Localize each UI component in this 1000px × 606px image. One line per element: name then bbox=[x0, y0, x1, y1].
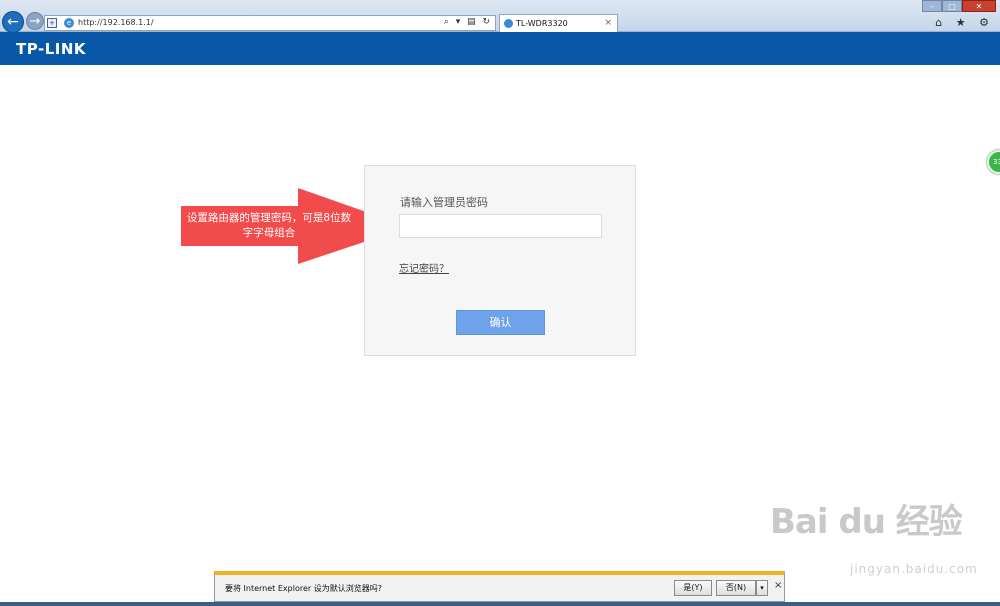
brand-header: TP-LINK bbox=[0, 32, 1000, 65]
back-button[interactable]: ← bbox=[2, 11, 24, 33]
tab-close-icon[interactable]: × bbox=[604, 18, 612, 28]
login-card: 请输入管理员密码 忘记密码？ 确认 bbox=[364, 165, 636, 356]
browser-tab[interactable]: TL-WDR3320 × bbox=[499, 14, 618, 32]
annotation-text: 设置路由器的管理密码，可是8位数字字母组合 bbox=[186, 212, 352, 239]
tab-title: TL-WDR3320 bbox=[516, 19, 568, 28]
notification-close-icon[interactable]: × bbox=[774, 580, 782, 591]
minimize-button[interactable]: – bbox=[922, 0, 942, 12]
notification-dropdown-button[interactable]: ▾ bbox=[756, 580, 768, 596]
notification-no-button[interactable]: 否(N) bbox=[716, 580, 756, 596]
notification-message: 要将 Internet Explorer 设为默认浏览器吗? bbox=[225, 584, 382, 593]
notification-yes-button[interactable]: 是(Y) bbox=[674, 580, 712, 596]
ie-page-icon: e bbox=[64, 18, 74, 28]
default-browser-notification: 要将 Internet Explorer 设为默认浏览器吗? 是(Y) 否(N)… bbox=[214, 571, 785, 602]
address-bar[interactable]: + e http://192.168.1.1/ ⌕ ▾ ▤ ↻ bbox=[44, 15, 496, 31]
password-label: 请输入管理员密码 bbox=[400, 196, 488, 209]
tplink-logo: TP-LINK bbox=[16, 40, 87, 58]
watermark-text: Bai du 经验 bbox=[770, 502, 963, 542]
browser-window: ← → + e http://192.168.1.1/ ⌕ ▾ ▤ ↻ TL-W… bbox=[0, 0, 1000, 606]
forward-button[interactable]: → bbox=[26, 12, 44, 30]
side-float-badge[interactable]: 33 bbox=[987, 150, 1000, 174]
password-input[interactable] bbox=[399, 214, 602, 238]
confirm-button[interactable]: 确认 bbox=[456, 310, 545, 335]
forgot-password-link[interactable]: 忘记密码？ bbox=[399, 260, 449, 275]
tab-favicon-icon bbox=[504, 19, 513, 28]
home-favorites-settings-icons[interactable]: ⌂ ★ ⚙ bbox=[935, 16, 994, 29]
site-security-icon[interactable]: + bbox=[47, 18, 57, 28]
maximize-button[interactable]: ▢ bbox=[942, 0, 962, 12]
baidu-watermark: Bai du 经验 jingyan.baidu.com bbox=[770, 494, 977, 576]
close-window-button[interactable]: ✕ bbox=[962, 0, 996, 12]
browser-toolbar: ← → + e http://192.168.1.1/ ⌕ ▾ ▤ ↻ TL-W… bbox=[0, 0, 1000, 33]
address-tools-icons[interactable]: ⌕ ▾ ▤ ↻ bbox=[444, 17, 492, 27]
taskbar bbox=[0, 602, 1000, 606]
address-url[interactable]: http://192.168.1.1/ bbox=[78, 18, 154, 27]
window-controls: – ▢ ✕ bbox=[922, 0, 996, 12]
watermark-subtext: jingyan.baidu.com bbox=[850, 562, 978, 576]
